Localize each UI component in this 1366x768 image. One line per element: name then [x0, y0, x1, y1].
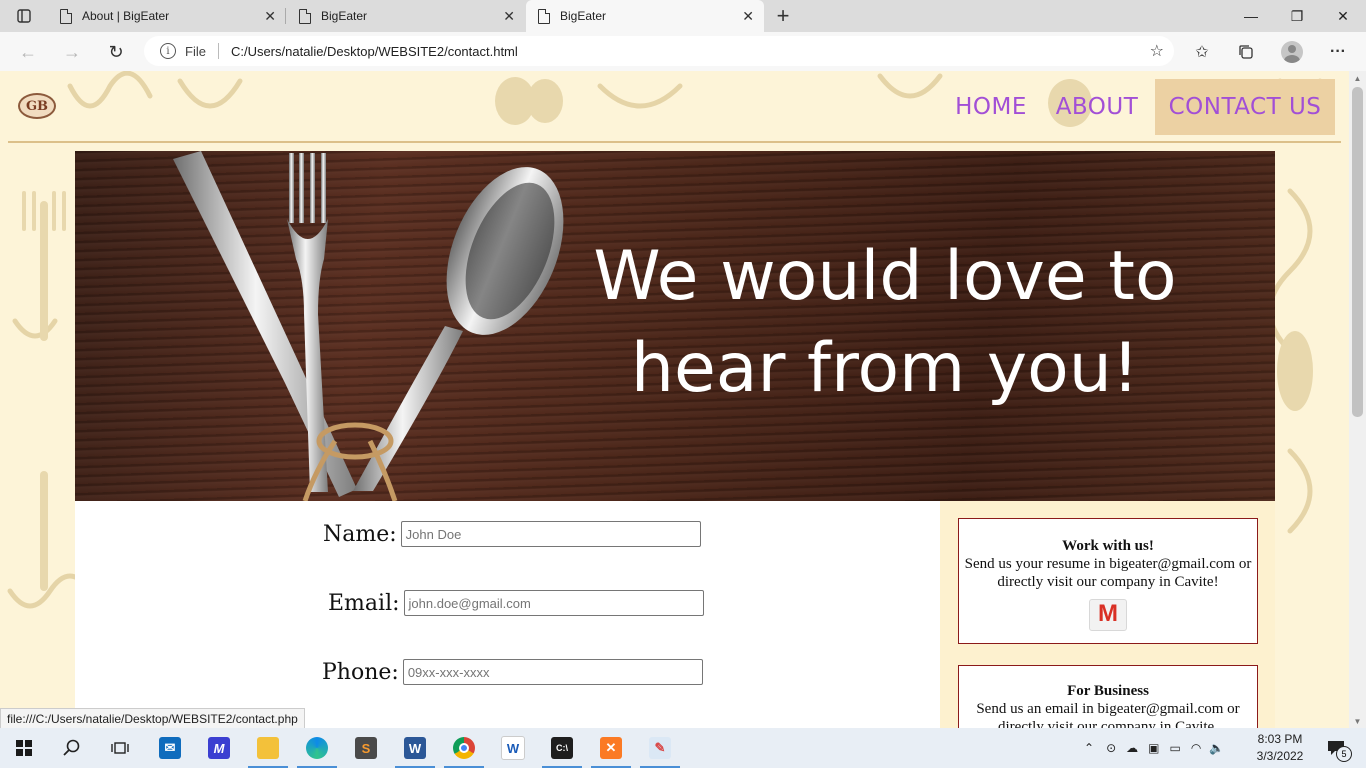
sublime-icon[interactable]: S — [350, 732, 382, 764]
address-bar[interactable]: i File C:/Users/natalie/Desktop/WEBSITE2… — [144, 36, 1174, 66]
scroll-thumb[interactable] — [1352, 87, 1363, 417]
meet-now-icon[interactable]: ⊙ — [1106, 741, 1116, 755]
new-tab-button[interactable]: + — [767, 0, 799, 32]
system-tray: ⌃ ⊙ ☁ ▣ ▭ ◠ 🔈 — [1084, 728, 1224, 768]
site-header: GB HOME ABOUT CONTACT US — [0, 71, 1349, 143]
tab-about[interactable]: About | BigEater ✕ — [48, 0, 286, 32]
battery-icon[interactable]: ▭ — [1169, 741, 1180, 755]
url-text[interactable]: C:/Users/natalie/Desktop/WEBSITE2/contac… — [231, 44, 518, 59]
xampp-icon[interactable]: ✕ — [591, 732, 631, 768]
edge-icon[interactable] — [297, 732, 337, 768]
scheme-label: File — [185, 43, 206, 59]
notification-count: 5 — [1336, 746, 1352, 762]
search-icon[interactable] — [56, 732, 88, 764]
contact-form: Name: John Doe Email: john.doe@gmail.com… — [75, 501, 940, 728]
info-icon[interactable]: i — [160, 43, 176, 59]
clock-date: 3/3/2022 — [1256, 749, 1304, 763]
cutlery-illustration — [173, 151, 564, 501]
tab-title: About | BigEater — [82, 9, 170, 23]
nav-home[interactable]: HOME — [954, 79, 1028, 135]
page-scrollbar[interactable]: ▲ ▼ — [1349, 71, 1366, 728]
banner-heading: We would love to hear from you! — [535, 231, 1235, 415]
back-button[interactable]: ← — [16, 40, 40, 64]
windows-taskbar: ✉ M S W W C:\ ✕ ✎ ⌃ ⊙ ☁ ▣ ▭ ◠ 🔈 8:03 PM … — [0, 728, 1366, 768]
wifi-icon[interactable]: ◠ — [1191, 741, 1201, 755]
clock-time: 8:03 PM — [1257, 732, 1303, 746]
file-explorer-icon[interactable] — [248, 732, 288, 768]
minimize-button[interactable]: — — [1228, 0, 1274, 32]
nav-contact-us[interactable]: CONTACT US — [1155, 79, 1335, 135]
banner-line-2: hear from you! — [630, 329, 1140, 408]
hero-banner: We would love to hear from you! — [75, 151, 1275, 501]
page-icon — [299, 8, 311, 24]
name-row: Name: John Doe — [323, 521, 701, 547]
contact-sidebar: Work with us! Send us your resume in big… — [940, 501, 1275, 728]
work-with-us-title: Work with us! — [1062, 538, 1154, 554]
task-view-icon[interactable] — [104, 732, 136, 764]
phone-label: Phone: — [322, 659, 399, 685]
app-w-icon[interactable]: W — [497, 732, 529, 764]
email-input[interactable]: john.doe@gmail.com — [403, 590, 704, 616]
email-label: Email: — [328, 590, 400, 616]
chrome-icon[interactable] — [444, 732, 484, 768]
profile-avatar[interactable] — [1281, 41, 1303, 63]
scroll-up-arrow[interactable]: ▲ — [1349, 71, 1366, 85]
name-label: Name: — [323, 521, 397, 547]
taskbar-clock[interactable]: 8:03 PM 3/3/2022 — [1255, 731, 1305, 765]
start-icon[interactable] — [8, 732, 40, 764]
tab-close-icon[interactable]: ✕ — [742, 8, 754, 25]
tab-bigeater-active[interactable]: BigEater ✕ — [526, 0, 764, 32]
favorites-icon[interactable]: ✩ — [1190, 40, 1214, 64]
tab-close-icon[interactable]: ✕ — [264, 8, 276, 25]
phone-input[interactable]: 09xx-xxx-xxxx — [402, 659, 703, 685]
word-icon[interactable]: W — [395, 732, 435, 768]
work-with-us-text: Send us your resume in bigeater@gmail.co… — [964, 556, 1252, 590]
status-url-tooltip: file:///C:/Users/natalie/Desktop/WEBSITE… — [0, 708, 305, 730]
add-favorite-icon[interactable]: ☆ — [1150, 41, 1164, 61]
tab-actions-icon[interactable] — [8, 0, 40, 32]
forward-button[interactable]: → — [60, 40, 84, 64]
terminal-icon[interactable]: C:\ — [542, 732, 582, 768]
tab-title: BigEater — [321, 9, 368, 23]
tab-bar: About | BigEater ✕ BigEater ✕ BigEater ✕… — [0, 0, 1366, 32]
volume-icon[interactable]: 🔈 — [1209, 741, 1224, 755]
work-with-us-box: Work with us! Send us your resume in big… — [958, 518, 1258, 644]
site-logo[interactable]: GB — [18, 93, 56, 119]
restore-button[interactable]: ❐ — [1274, 0, 1320, 32]
onedrive-icon[interactable]: ☁ — [1126, 741, 1138, 755]
address-toolbar: ← → ↻ i File C:/Users/natalie/Desktop/WE… — [0, 32, 1366, 72]
email-row: Email: john.doe@gmail.com — [328, 590, 704, 616]
mail-icon[interactable]: ✉ — [154, 732, 186, 764]
for-business-text: Send us an email in bigeater@gmail.com o… — [976, 701, 1240, 728]
scroll-down-arrow[interactable]: ▼ — [1349, 714, 1366, 728]
for-business-box: For Business Send us an email in bigeate… — [958, 665, 1258, 728]
display-icon[interactable]: ▣ — [1148, 741, 1159, 755]
nav-about[interactable]: ABOUT — [1054, 79, 1140, 135]
refresh-button[interactable]: ↻ — [104, 40, 128, 64]
address-divider — [217, 43, 219, 59]
tab-close-icon[interactable]: ✕ — [503, 8, 515, 25]
page-viewport: GB HOME ABOUT CONTACT US We would love t… — [0, 71, 1349, 728]
page-icon — [538, 8, 550, 24]
close-window-button[interactable]: ✕ — [1320, 0, 1366, 32]
more-menu-icon[interactable]: ··· — [1326, 40, 1350, 64]
paint-icon[interactable]: ✎ — [640, 732, 680, 768]
collections-icon[interactable] — [1234, 40, 1258, 64]
phone-row: Phone: 09xx-xxx-xxxx — [322, 659, 703, 685]
app-m-icon[interactable]: M — [203, 732, 235, 764]
banner-line-1: We would love to — [593, 237, 1177, 316]
notification-center-icon[interactable]: 5 — [1320, 732, 1352, 764]
tab-bigeater-1[interactable]: BigEater ✕ — [287, 0, 525, 32]
name-input[interactable]: John Doe — [400, 521, 701, 547]
gmail-icon[interactable] — [1089, 599, 1127, 631]
show-hidden-icons-icon[interactable]: ⌃ — [1084, 741, 1094, 755]
for-business-title: For Business — [1067, 683, 1149, 699]
tab-title: BigEater — [560, 9, 607, 23]
page-icon — [60, 8, 72, 24]
header-divider — [8, 141, 1341, 143]
